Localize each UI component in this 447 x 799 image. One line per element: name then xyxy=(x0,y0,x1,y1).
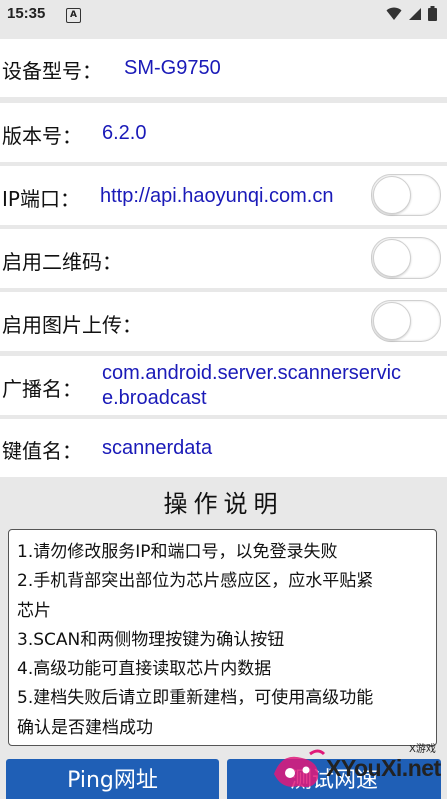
status-bar: 15:35 A xyxy=(0,0,447,31)
qr-code-toggle[interactable] xyxy=(371,237,441,279)
instruction-line: 4.高级功能可直接读取芯片内数据 xyxy=(17,659,272,680)
device-model-row: 设备型号： SM-G9750 xyxy=(0,39,447,97)
instruction-line: 芯片 xyxy=(17,600,51,621)
version-row: 版本号： 6.2.0 xyxy=(0,103,447,162)
wifi-icon xyxy=(386,7,402,20)
instruction-line: 1.请勿修改服务IP和端口号，以免登录失败 xyxy=(17,542,338,562)
key-name-label: 键值名： xyxy=(2,439,82,463)
ip-port-label: IP端口： xyxy=(2,187,80,211)
ping-button[interactable]: Ping网址 xyxy=(6,759,219,799)
instructions-title: 操作说明 xyxy=(163,490,284,518)
key-name-row: 键值名： scannerdata xyxy=(0,419,447,477)
broadcast-value-line2[interactable]: e.broadcast xyxy=(102,387,207,410)
watermark-small-text: X游戏 xyxy=(409,744,436,755)
device-model-label: 设备型号： xyxy=(2,59,102,83)
toggle-knob xyxy=(373,302,411,340)
broadcast-row: 广播名： com.android.server.scannerservic e.… xyxy=(0,356,447,415)
image-upload-row: 启用图片上传： xyxy=(0,292,447,351)
instruction-line: 2.手机背部突出部位为芯片感应区，应水平贴紧 xyxy=(17,571,374,592)
instructions-box: 1.请勿修改服务IP和端口号，以免登录失败 2.手机背部突出部位为芯片感应区，应… xyxy=(8,529,437,746)
ip-port-value[interactable]: http://api.haoyunqi.com.cn xyxy=(100,185,333,208)
version-value: 6.2.0 xyxy=(102,122,147,144)
notification-icon: A xyxy=(66,8,81,23)
toggle-knob xyxy=(373,239,411,277)
battery-icon xyxy=(428,6,437,21)
qr-code-row: 启用二维码： xyxy=(0,229,447,288)
key-name-value[interactable]: scannerdata xyxy=(102,437,212,460)
image-upload-label: 启用图片上传： xyxy=(2,313,142,337)
watermark-logo-icon xyxy=(274,749,326,787)
status-time: 15:35 xyxy=(7,5,46,22)
watermark-text: XYouXi.net xyxy=(326,755,441,781)
ip-port-toggle[interactable] xyxy=(371,174,441,216)
status-icons xyxy=(386,6,437,21)
instruction-line: 3.SCAN和两侧物理按键为确认按钮 xyxy=(17,629,285,650)
instruction-line: 5.建档失败后请立即重新建档，可使用高级功能 xyxy=(17,688,374,709)
device-model-value: SM-G9750 xyxy=(124,57,221,79)
broadcast-label: 广播名： xyxy=(2,377,82,401)
qr-code-label: 启用二维码： xyxy=(2,250,122,274)
image-upload-toggle[interactable] xyxy=(371,300,441,342)
signal-icon xyxy=(409,7,421,20)
ip-port-row: IP端口： http://api.haoyunqi.com.cn xyxy=(0,166,447,225)
broadcast-value-line1[interactable]: com.android.server.scannerservic xyxy=(102,362,401,385)
version-label: 版本号： xyxy=(2,124,82,148)
toggle-knob xyxy=(373,176,411,214)
watermark: X游戏 XYouXi.net xyxy=(268,738,443,796)
